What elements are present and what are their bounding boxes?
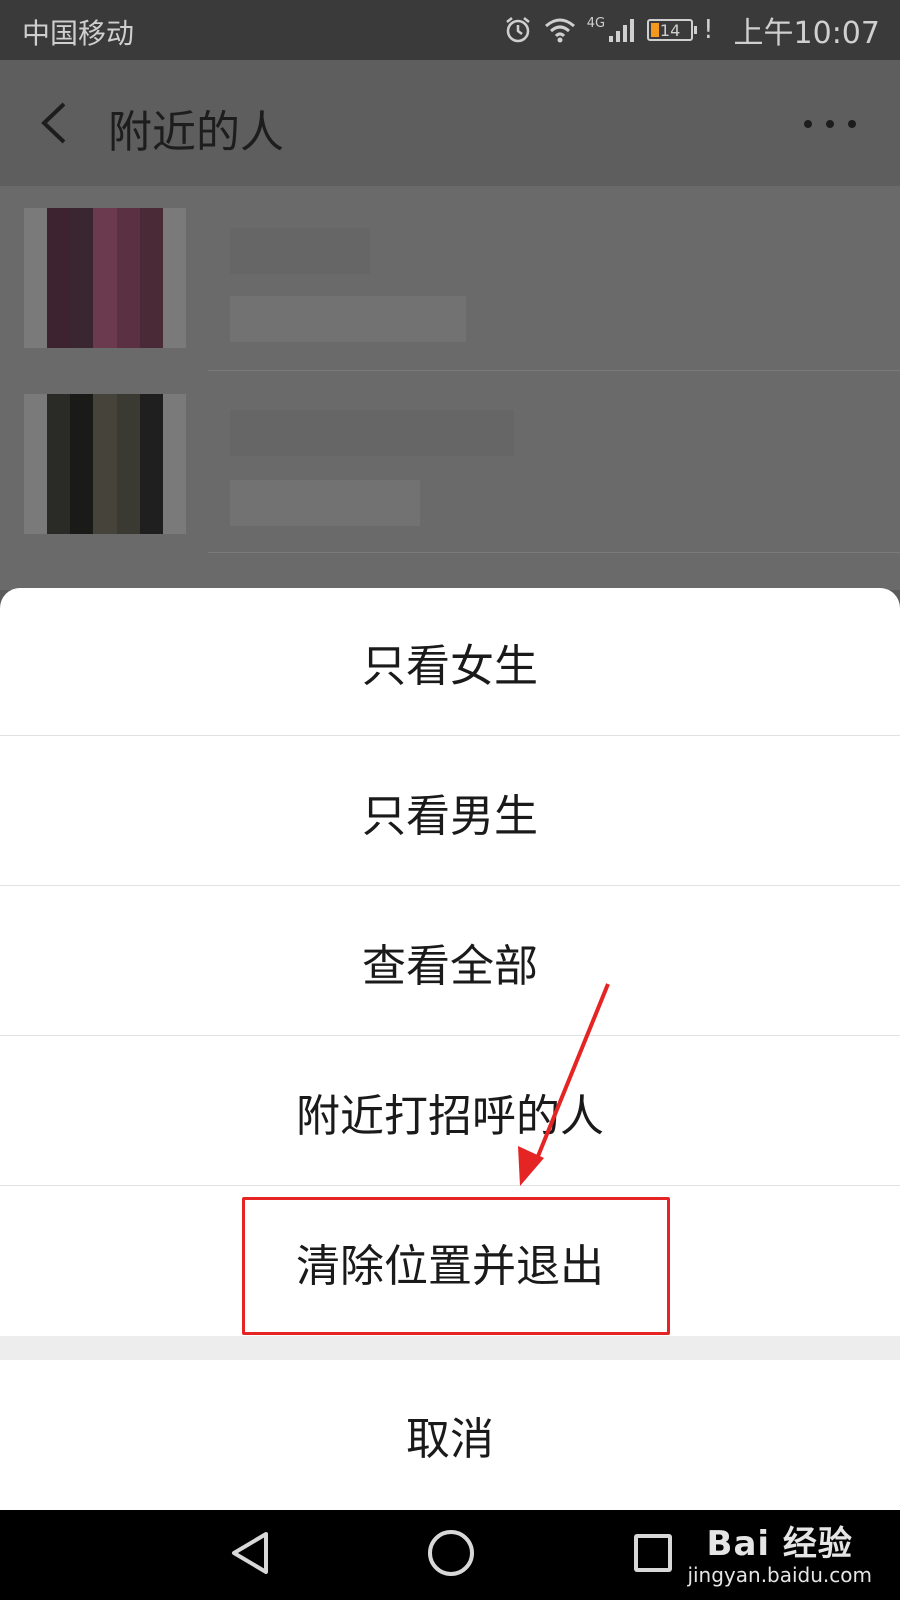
- watermark-brand: Bai 经验: [706, 1524, 853, 1564]
- avatar: [24, 394, 186, 534]
- avatar: [24, 208, 186, 348]
- list-item: [0, 186, 900, 372]
- view-all-button[interactable]: 查看全部: [0, 888, 900, 1036]
- battery-level: 14: [659, 20, 681, 40]
- filter-female-button[interactable]: 只看女生: [0, 588, 900, 736]
- carrier-name: 中国移动: [22, 17, 135, 50]
- clock: 上午10:07: [733, 16, 880, 51]
- watermark-url: jingyan.baidu.com: [687, 1563, 872, 1587]
- back-arrow-icon[interactable]: [34, 98, 74, 148]
- filter-male-button[interactable]: 只看男生: [0, 738, 900, 886]
- status-bar: 中国移动 4G 14 ! 上午10:07: [0, 0, 900, 60]
- cancel-button[interactable]: 取消: [0, 1360, 900, 1510]
- clear-location-exit-button[interactable]: 清除位置并退出: [0, 1188, 900, 1336]
- action-sheet: 只看女生 只看男生 查看全部 附近打招呼的人 清除位置并退出 取消: [0, 588, 900, 1510]
- nearby-greetings-button[interactable]: 附近打招呼的人: [0, 1038, 900, 1186]
- nav-bar: 附近的人: [0, 60, 900, 186]
- sheet-divider: [0, 1336, 900, 1360]
- battery-icon: 14: [647, 19, 698, 41]
- wifi-icon: [544, 18, 575, 43]
- alarm-icon: [505, 17, 530, 43]
- nav-back-icon[interactable]: [228, 1530, 272, 1576]
- network-type: 4G: [586, 15, 606, 31]
- more-options-icon[interactable]: [804, 116, 860, 132]
- status-icons: 4G 14 ! 上午10:07: [503, 10, 880, 51]
- page-title: 附近的人: [108, 107, 284, 158]
- system-nav-bar: Bai 经验 jingyan.baidu.com: [0, 1510, 900, 1600]
- alert-indicator: !: [703, 15, 714, 45]
- baidu-jingyan-watermark: Bai 经验 jingyan.baidu.com: [687, 1516, 872, 1587]
- list-item: [0, 372, 900, 558]
- nav-recent-apps-icon[interactable]: [634, 1534, 672, 1572]
- nearby-people-list: [0, 186, 900, 590]
- signal-icon: [609, 19, 635, 42]
- nav-home-icon[interactable]: [428, 1530, 474, 1576]
